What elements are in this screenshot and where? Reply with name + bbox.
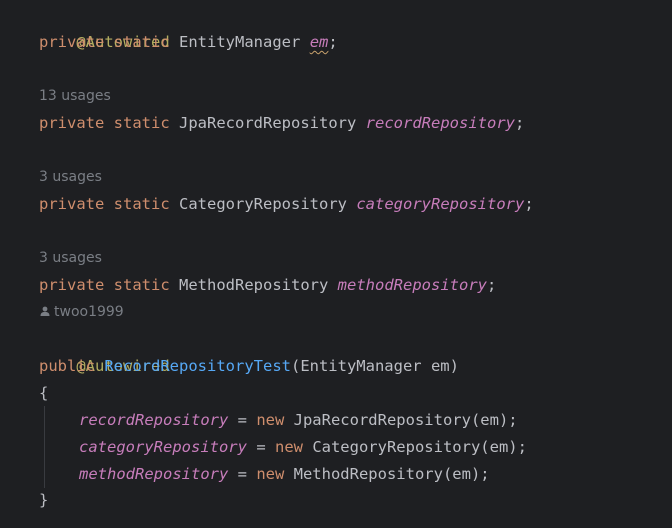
keyword-static: static xyxy=(113,33,170,51)
keyword-private: private xyxy=(39,33,105,51)
user-icon xyxy=(39,300,51,316)
semicolon: ; xyxy=(328,33,338,51)
open-brace: { xyxy=(39,384,49,402)
type-name: EntityManager xyxy=(179,33,301,51)
keyword-private: private xyxy=(39,195,105,213)
field-name[interactable]: methodRepository xyxy=(338,276,487,294)
keyword-private: private xyxy=(39,114,105,132)
usages-hint[interactable]: 3 usages xyxy=(39,164,102,191)
type-name: MethodRepository xyxy=(179,276,329,294)
semicolon: ; xyxy=(524,195,534,213)
assign-operator: = xyxy=(246,438,275,456)
constructor-params: (EntityManager em) xyxy=(290,357,459,375)
keyword-static: static xyxy=(113,114,170,132)
code-line-entity-manager: private static EntityManager em; xyxy=(39,29,338,56)
keyword-static: static xyxy=(113,276,170,294)
type-name: JpaRecordRepository xyxy=(179,114,357,132)
field-name[interactable]: em xyxy=(310,33,329,51)
usages-hint[interactable]: 13 usages xyxy=(39,83,111,110)
assign-operator: = xyxy=(228,411,257,429)
constructor-call: CategoryRepository(em); xyxy=(302,438,527,456)
field-name[interactable]: recordRepository xyxy=(366,114,515,132)
field-name[interactable]: categoryRepository xyxy=(356,195,524,213)
close-brace: } xyxy=(39,491,49,509)
code-line-method-repository: private static MethodRepository methodRe… xyxy=(39,272,496,299)
code-line-record-repository: private static JpaRecordRepository recor… xyxy=(39,110,524,137)
author-hint[interactable]: twoo1999 xyxy=(39,299,124,326)
code-line-assign-category: categoryRepository = new CategoryReposit… xyxy=(39,434,527,461)
field-name[interactable]: recordRepository xyxy=(79,411,228,429)
code-line-close-brace: } xyxy=(39,487,48,514)
code-line-category-repository: private static CategoryRepository catego… xyxy=(39,191,534,218)
keyword-new: new xyxy=(256,411,285,429)
field-name[interactable]: methodRepository xyxy=(79,465,228,483)
code-line-open-brace: { xyxy=(39,380,48,407)
usages-hint[interactable]: 3 usages xyxy=(39,245,102,272)
code-line-annotation: @Autowired xyxy=(39,2,169,51)
keyword-new: new xyxy=(256,465,285,483)
type-name: CategoryRepository xyxy=(179,195,347,213)
keyword-new: new xyxy=(274,438,303,456)
code-line-assign-method: methodRepository = new MethodRepository(… xyxy=(39,461,490,488)
keyword-private: private xyxy=(39,276,105,294)
code-line-constructor: public RecordRepositoryTest(EntityManage… xyxy=(39,353,459,380)
semicolon: ; xyxy=(486,276,497,294)
constructor-name[interactable]: RecordRepositoryTest xyxy=(104,357,291,375)
constructor-call: MethodRepository(em); xyxy=(284,465,490,483)
keyword-public: public xyxy=(39,357,95,375)
keyword-static: static xyxy=(113,195,170,213)
code-editor[interactable]: @Autowired private static EntityManager … xyxy=(0,0,672,528)
code-line-assign-record: recordRepository = new JpaRecordReposito… xyxy=(39,407,518,434)
semicolon: ; xyxy=(514,114,525,132)
code-line-annotation: @Autowired xyxy=(39,326,169,375)
constructor-call: JpaRecordRepository(em); xyxy=(284,411,518,429)
assign-operator: = xyxy=(228,465,257,483)
author-name: twoo1999 xyxy=(54,304,124,320)
field-name[interactable]: categoryRepository xyxy=(79,438,247,456)
